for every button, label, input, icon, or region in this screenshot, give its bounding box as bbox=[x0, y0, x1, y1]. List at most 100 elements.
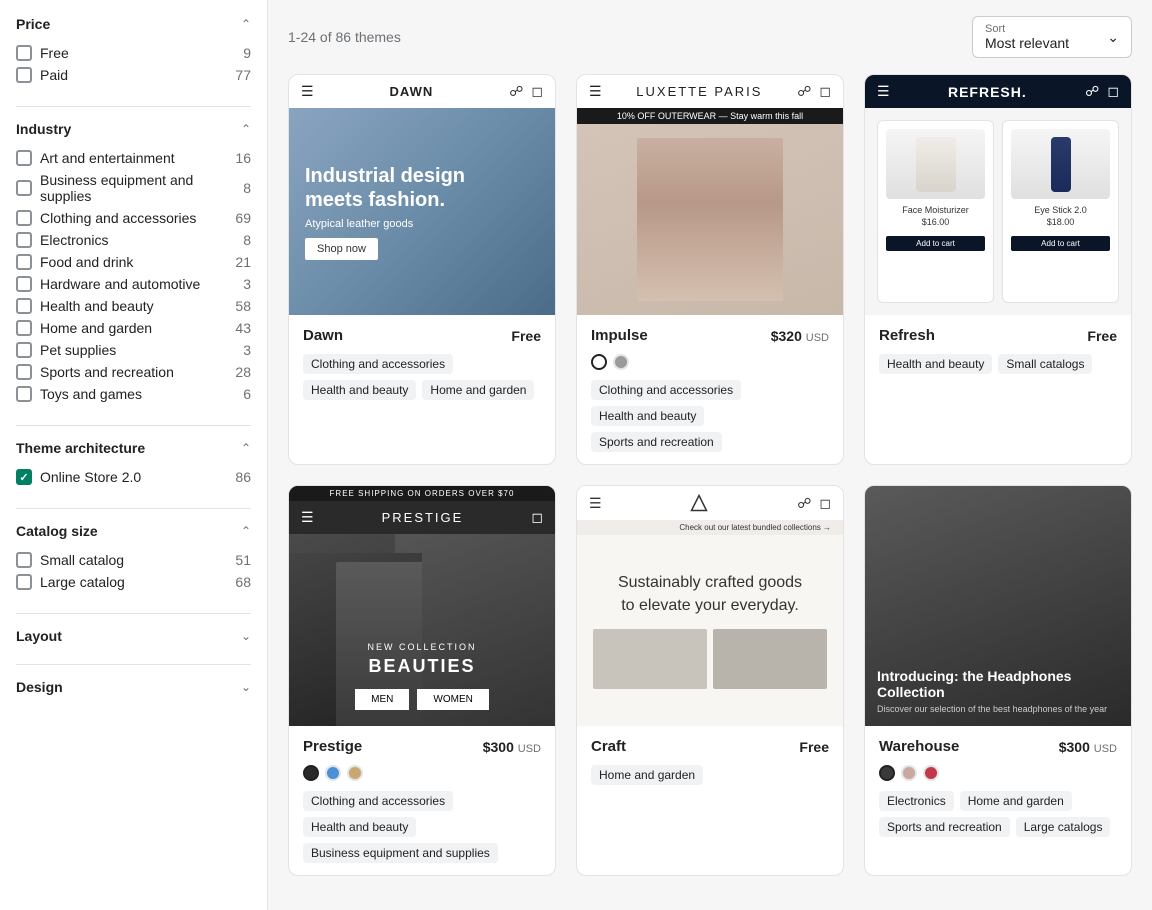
checkbox-free[interactable] bbox=[16, 45, 32, 61]
checkbox-art[interactable] bbox=[16, 150, 32, 166]
catalog-section-title: Catalog size bbox=[16, 523, 98, 539]
filter-count-paid: 77 bbox=[235, 67, 251, 83]
refresh-add-btn-1[interactable]: Add to cart bbox=[886, 236, 985, 251]
refresh-products: Face Moisturizer $16.00 Add to cart Eye … bbox=[865, 108, 1131, 315]
design-section-header[interactable]: Design ⌄ bbox=[16, 679, 251, 695]
dawn-shop-now-button[interactable]: Shop now bbox=[305, 238, 378, 260]
checkbox-paid[interactable] bbox=[16, 67, 32, 83]
filter-count-electronics: 8 bbox=[243, 232, 251, 248]
theme-card-craft[interactable]: ☰ ☍ ◻ Check out our latest bundled colle… bbox=[576, 485, 844, 876]
checkbox-home[interactable] bbox=[16, 320, 32, 336]
checkbox-electronics[interactable] bbox=[16, 232, 32, 248]
tag-business[interactable]: Business equipment and supplies bbox=[303, 843, 498, 863]
filter-label-home: Home and garden bbox=[40, 320, 152, 336]
impulse-search-icon: ☍ bbox=[797, 83, 811, 100]
swatch-dark[interactable] bbox=[303, 765, 319, 781]
checkbox-sports[interactable] bbox=[16, 364, 32, 380]
craft-menu-icon: ☰ bbox=[589, 495, 602, 512]
swatch-blue[interactable] bbox=[325, 765, 341, 781]
tag-health[interactable]: Health and beauty bbox=[591, 406, 704, 426]
tag-large-catalogs[interactable]: Large catalogs bbox=[1016, 817, 1111, 837]
tag-electronics[interactable]: Electronics bbox=[879, 791, 954, 811]
prestige-nav: ☰ PRESTIGE ◻ bbox=[289, 501, 555, 534]
theme-card-impulse[interactable]: ☰ LUXETTE PARIS ☍ ◻ 10% OFF OUTERWEAR — … bbox=[576, 74, 844, 465]
filter-row-free: Free 9 bbox=[16, 42, 251, 64]
filter-row-business: Business equipment and supplies 8 bbox=[16, 169, 251, 207]
checkbox-small-cat[interactable] bbox=[16, 552, 32, 568]
prestige-men-button[interactable]: MEN bbox=[355, 689, 409, 710]
tag-home[interactable]: Home and garden bbox=[960, 791, 1072, 811]
refresh-nav: ☰ REFRESH. ☍ ◻ bbox=[865, 75, 1131, 108]
price-section-header[interactable]: Price ⌃ bbox=[16, 16, 251, 32]
tag-clothing[interactable]: Clothing and accessories bbox=[591, 380, 741, 400]
price-chevron-icon: ⌃ bbox=[241, 17, 251, 31]
tag-clothing[interactable]: Clothing and accessories bbox=[303, 354, 453, 374]
filter-count-pet: 3 bbox=[243, 342, 251, 358]
checkbox-toys[interactable] bbox=[16, 386, 32, 402]
impulse-info: Impulse $320 USD Clothing and accessorie… bbox=[577, 315, 843, 464]
theme-card-refresh[interactable]: ☰ REFRESH. ☍ ◻ bbox=[864, 74, 1132, 465]
tag-small-catalogs[interactable]: Small catalogs bbox=[998, 354, 1092, 374]
filter-count-toys: 6 bbox=[243, 386, 251, 402]
industry-section-header[interactable]: Industry ⌃ bbox=[16, 121, 251, 137]
tag-health[interactable]: Health and beauty bbox=[303, 380, 416, 400]
impulse-price: $320 USD bbox=[771, 328, 829, 344]
tag-health[interactable]: Health and beauty bbox=[879, 354, 992, 374]
swatch-rose[interactable] bbox=[901, 765, 917, 781]
page-container: Price ⌃ Free 9 Paid 77 Ind bbox=[0, 0, 1152, 910]
refresh-info: Refresh Free Health and beauty Small cat… bbox=[865, 315, 1131, 386]
catalog-chevron-icon: ⌃ bbox=[241, 524, 251, 538]
filter-count-business: 8 bbox=[243, 180, 251, 196]
layout-section-title: Layout bbox=[16, 628, 62, 644]
refresh-price: Free bbox=[1087, 328, 1117, 344]
theme-card-warehouse[interactable]: Free shipping on orders over $80 ☰ Wareh… bbox=[864, 485, 1132, 876]
checkbox-food[interactable] bbox=[16, 254, 32, 270]
warehouse-swatches bbox=[879, 765, 1117, 781]
catalog-section-header[interactable]: Catalog size ⌃ bbox=[16, 523, 251, 539]
swatch-gold[interactable] bbox=[347, 765, 363, 781]
tag-home[interactable]: Home and garden bbox=[422, 380, 534, 400]
dawn-info: Dawn Free Clothing and accessories Healt… bbox=[289, 315, 555, 412]
filter-row-food: Food and drink 21 bbox=[16, 251, 251, 273]
craft-price: Free bbox=[799, 739, 829, 755]
refresh-add-btn-2[interactable]: Add to cart bbox=[1011, 236, 1110, 251]
tag-clothing[interactable]: Clothing and accessories bbox=[303, 791, 453, 811]
theme-card-prestige[interactable]: FREE SHIPPING ON ORDERS OVER $70 ☰ PREST… bbox=[288, 485, 556, 876]
theme-card-dawn[interactable]: ☰ DAWN ☍ ◻ Industrial designmeets fashio… bbox=[288, 74, 556, 465]
tag-sports[interactable]: Sports and recreation bbox=[591, 432, 722, 452]
theme-preview-impulse: ☰ LUXETTE PARIS ☍ ◻ 10% OFF OUTERWEAR — … bbox=[577, 75, 843, 315]
sort-value: Most relevant bbox=[985, 35, 1069, 51]
prestige-women-button[interactable]: WOMEN bbox=[417, 689, 488, 710]
results-count: 1-24 of 86 themes bbox=[288, 29, 401, 45]
checkbox-online2[interactable] bbox=[16, 469, 32, 485]
impulse-tags: Clothing and accessories Health and beau… bbox=[591, 380, 829, 452]
warehouse-hero: Introducing: the Headphones Collection D… bbox=[865, 569, 1131, 726]
impulse-swatches bbox=[591, 354, 829, 370]
warehouse-price: $300 USD bbox=[1059, 739, 1117, 755]
layout-section-header[interactable]: Layout ⌄ bbox=[16, 628, 251, 644]
filter-count-clothing: 69 bbox=[235, 210, 251, 226]
checkbox-business[interactable] bbox=[16, 180, 32, 196]
swatch-white[interactable] bbox=[591, 354, 607, 370]
checkbox-clothing[interactable] bbox=[16, 210, 32, 226]
swatch-dark[interactable] bbox=[879, 765, 895, 781]
filter-label-art: Art and entertainment bbox=[40, 150, 175, 166]
checkbox-health[interactable] bbox=[16, 298, 32, 314]
tag-sports[interactable]: Sports and recreation bbox=[879, 817, 1010, 837]
tag-health[interactable]: Health and beauty bbox=[303, 817, 416, 837]
warehouse-tags: Electronics Home and garden Sports and r… bbox=[879, 791, 1117, 837]
refresh-cart-icon: ◻ bbox=[1107, 83, 1119, 100]
dawn-nav: ☰ DAWN ☍ ◻ bbox=[289, 75, 555, 108]
checkbox-pet[interactable] bbox=[16, 342, 32, 358]
filter-row-paid: Paid 77 bbox=[16, 64, 251, 86]
tag-home[interactable]: Home and garden bbox=[591, 765, 703, 785]
swatch-gray[interactable] bbox=[613, 354, 629, 370]
sidebar-section-layout: Layout ⌄ bbox=[16, 628, 251, 644]
theme-arch-section-header[interactable]: Theme architecture ⌃ bbox=[16, 440, 251, 456]
sort-dropdown[interactable]: Sort Most relevant ⌄ bbox=[972, 16, 1132, 58]
filter-count-free: 9 bbox=[243, 45, 251, 61]
craft-name: Craft bbox=[591, 738, 626, 755]
checkbox-hardware[interactable] bbox=[16, 276, 32, 292]
checkbox-large-cat[interactable] bbox=[16, 574, 32, 590]
swatch-red[interactable] bbox=[923, 765, 939, 781]
